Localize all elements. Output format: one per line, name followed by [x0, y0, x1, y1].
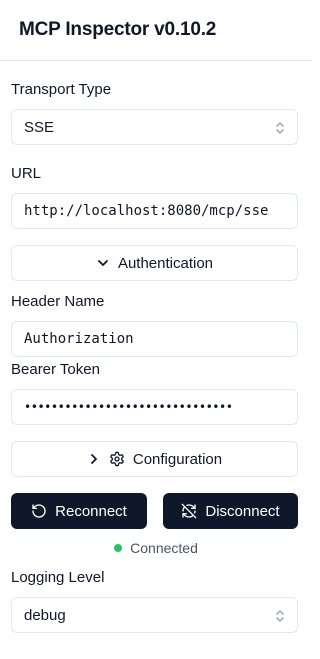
configuration-button-label: Configuration: [132, 450, 223, 468]
bearer-token-input[interactable]: •••••••••••••••••••••••••••••••: [11, 389, 298, 425]
app-header: MCP Inspector v0.10.2: [0, 0, 312, 61]
logging-level-value: debug: [24, 607, 66, 624]
disconnect-button-label: Disconnect: [205, 502, 280, 520]
gear-icon: [109, 451, 125, 467]
url-input[interactable]: http://localhost:8080/mcp/sse: [11, 193, 298, 229]
authentication-button-label: Authentication: [117, 254, 214, 272]
transport-type-label: Transport Type: [11, 81, 112, 98]
chevron-up-down-icon: [275, 121, 285, 135]
configuration-toggle-button[interactable]: Configuration: [11, 441, 298, 477]
refresh-off-icon: [181, 503, 197, 519]
bearer-token-value: •••••••••••••••••••••••••••••••: [24, 400, 233, 414]
url-value: http://localhost:8080/mcp/sse: [24, 203, 269, 219]
logging-level-label: Logging Level: [11, 569, 105, 586]
reconnect-button-label: Reconnect: [55, 502, 127, 520]
url-label: URL: [11, 165, 42, 182]
chevron-up-down-icon: [275, 609, 285, 623]
authentication-toggle-button[interactable]: Authentication: [11, 245, 298, 281]
reconnect-button[interactable]: Reconnect: [11, 493, 147, 529]
disconnect-button[interactable]: Disconnect: [163, 493, 298, 529]
status-dot-icon: [114, 544, 123, 552]
rotate-ccw-icon: [31, 503, 47, 519]
header-name-label: Header Name: [11, 293, 105, 310]
app-title: MCP Inspector v0.10.2: [19, 19, 217, 40]
chevron-right-icon: [87, 452, 101, 466]
logging-level-select[interactable]: debug: [11, 597, 298, 633]
connection-status: Connected: [0, 538, 312, 558]
header-name-input[interactable]: Authorization: [11, 321, 298, 357]
transport-type-value: SSE: [24, 119, 55, 136]
header-name-value: Authorization: [24, 331, 134, 347]
transport-type-select[interactable]: SSE: [11, 109, 298, 145]
chevron-down-icon: [96, 256, 110, 270]
bearer-token-label: Bearer Token: [11, 361, 100, 378]
connection-status-text: Connected: [130, 540, 198, 556]
